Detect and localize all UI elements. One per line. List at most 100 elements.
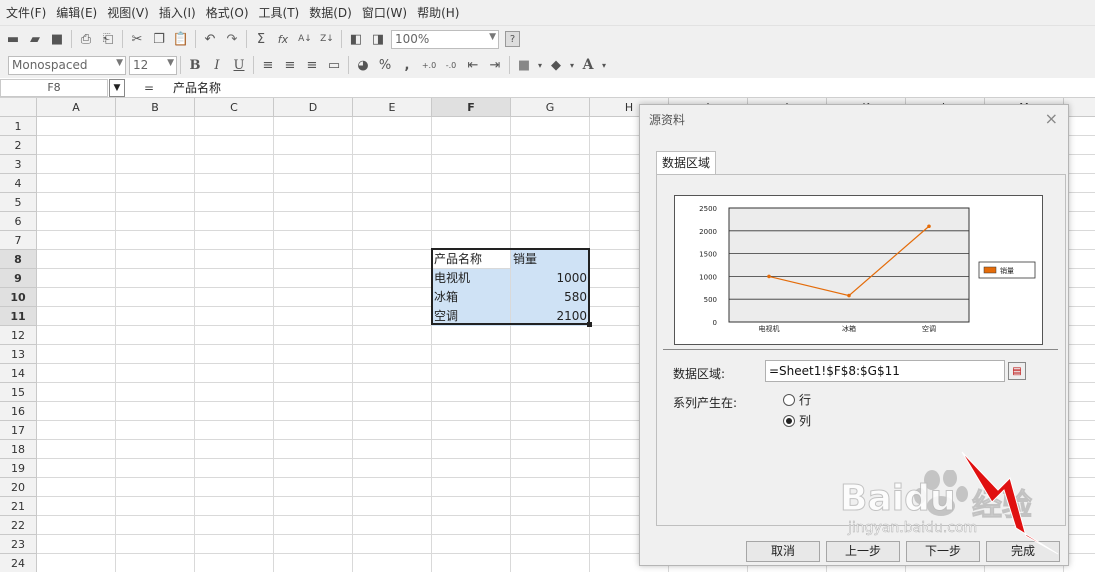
previous-button[interactable]: 上一步: [826, 541, 900, 562]
column-header[interactable]: A: [37, 98, 116, 117]
row-header[interactable]: 21: [0, 497, 37, 516]
select-all-corner[interactable]: [0, 98, 37, 117]
sort-descending-icon[interactable]: Z↓: [317, 29, 337, 49]
column-header[interactable]: B: [116, 98, 195, 117]
row-header[interactable]: 8: [0, 250, 37, 269]
dialog-title: 源资料: [649, 113, 686, 127]
row-header[interactable]: 24: [0, 554, 37, 572]
row-header[interactable]: 16: [0, 402, 37, 421]
outdent-icon[interactable]: ⇤: [463, 55, 483, 75]
print-icon[interactable]: ⎙: [76, 29, 96, 49]
percent-button[interactable]: %: [375, 55, 395, 75]
fill-color-icon[interactable]: ◆: [546, 55, 566, 75]
range-picker-icon[interactable]: ▤: [1008, 362, 1026, 380]
row-header[interactable]: 20: [0, 478, 37, 497]
bold-button[interactable]: B: [185, 55, 205, 75]
name-box[interactable]: F8: [0, 78, 108, 97]
align-center-icon[interactable]: ≡: [280, 55, 300, 75]
chevron-down-icon[interactable]: ▾: [568, 55, 576, 75]
print-preview-icon[interactable]: ⎗: [98, 29, 118, 49]
open-folder-icon[interactable]: ▰: [25, 29, 45, 49]
next-button[interactable]: 下一步: [906, 541, 980, 562]
menu-item[interactable]: 编辑(E): [56, 4, 97, 21]
chevron-down-icon[interactable]: ▾: [600, 55, 608, 75]
close-icon[interactable]: ×: [1045, 109, 1058, 128]
tab-data-range[interactable]: 数据区域: [656, 151, 716, 175]
row-header[interactable]: 17: [0, 421, 37, 440]
align-right-icon[interactable]: ≡: [302, 55, 322, 75]
font-color-button[interactable]: A: [578, 55, 598, 75]
image-icon[interactable]: ◨: [368, 29, 388, 49]
chevron-down-icon[interactable]: ▼: [109, 78, 125, 97]
row-header[interactable]: 3: [0, 155, 37, 174]
chart-wizard-icon[interactable]: ◧: [346, 29, 366, 49]
row-header[interactable]: 13: [0, 345, 37, 364]
row-header[interactable]: 14: [0, 364, 37, 383]
help-icon[interactable]: ?: [505, 31, 520, 47]
sort-ascending-icon[interactable]: A↓: [295, 29, 315, 49]
undo-icon[interactable]: ↶: [200, 29, 220, 49]
row-header[interactable]: 10: [0, 288, 37, 307]
row-header[interactable]: 5: [0, 193, 37, 212]
row-header[interactable]: 7: [0, 231, 37, 250]
menu-item[interactable]: 插入(I): [159, 4, 196, 21]
save-icon[interactable]: ■: [47, 29, 67, 49]
indent-icon[interactable]: ⇥: [485, 55, 505, 75]
borders-icon[interactable]: ■: [514, 55, 534, 75]
row-header[interactable]: 9: [0, 269, 37, 288]
data-range-label: 数据区域:: [673, 367, 726, 381]
data-range-input[interactable]: [765, 360, 1005, 382]
menu-item[interactable]: 帮助(H): [417, 4, 459, 21]
zoom-select[interactable]: 100% ▼: [391, 29, 499, 49]
redo-icon[interactable]: ↷: [222, 29, 242, 49]
italic-button[interactable]: I: [207, 55, 227, 75]
row-header[interactable]: 2: [0, 136, 37, 155]
radio-series-column[interactable]: 列: [783, 412, 811, 429]
sum-icon[interactable]: Σ: [251, 29, 271, 49]
menu-item[interactable]: 工具(T): [259, 4, 300, 21]
function-icon[interactable]: fx: [273, 29, 293, 49]
increase-decimal-icon[interactable]: +.0: [419, 55, 439, 75]
row-header[interactable]: 11: [0, 307, 37, 326]
new-file-icon[interactable]: ▬: [3, 29, 23, 49]
row-header[interactable]: 23: [0, 535, 37, 554]
row-header[interactable]: 19: [0, 459, 37, 478]
row-header[interactable]: 22: [0, 516, 37, 535]
formula-bar: F8 ▼ = 产品名称: [0, 78, 1095, 98]
decrease-decimal-icon[interactable]: -.0: [441, 55, 461, 75]
row-header[interactable]: 6: [0, 212, 37, 231]
menu-item[interactable]: 视图(V): [107, 4, 149, 21]
currency-icon[interactable]: ◕: [353, 55, 373, 75]
finish-button[interactable]: 完成: [986, 541, 1060, 562]
font-name-select[interactable]: Monospaced ▼: [8, 55, 126, 75]
chevron-down-icon[interactable]: ▾: [536, 55, 544, 75]
row-header[interactable]: 18: [0, 440, 37, 459]
column-header[interactable]: G: [511, 98, 590, 117]
row-header[interactable]: 12: [0, 326, 37, 345]
column-header[interactable]: E: [353, 98, 432, 117]
menu-item[interactable]: 文件(F): [6, 4, 46, 21]
menu-item[interactable]: 窗口(W): [362, 4, 407, 21]
toolbar-separator: [71, 30, 72, 48]
paste-icon[interactable]: 📋: [171, 29, 191, 49]
menu-item[interactable]: 格式(O): [206, 4, 249, 21]
fill-handle[interactable]: [587, 322, 592, 327]
formula-content[interactable]: 产品名称: [173, 79, 221, 96]
row-header[interactable]: 4: [0, 174, 37, 193]
copy-icon[interactable]: ❐: [149, 29, 169, 49]
watermark-url: jingyan.baidu.com: [848, 520, 978, 537]
cancel-button[interactable]: 取消: [746, 541, 820, 562]
menu-item[interactable]: 数据(D): [309, 4, 352, 21]
row-header[interactable]: 1: [0, 117, 37, 136]
font-size-select[interactable]: 12 ▼: [129, 55, 177, 75]
column-header[interactable]: D: [274, 98, 353, 117]
cut-icon[interactable]: ✂: [127, 29, 147, 49]
comma-button[interactable]: ,: [397, 55, 417, 75]
merge-cells-icon[interactable]: ▭: [324, 55, 344, 75]
radio-series-row[interactable]: 行: [783, 391, 811, 408]
underline-button[interactable]: U: [229, 55, 249, 75]
column-header[interactable]: F: [432, 98, 511, 117]
row-header[interactable]: 15: [0, 383, 37, 402]
align-left-icon[interactable]: ≡: [258, 55, 278, 75]
column-header[interactable]: C: [195, 98, 274, 117]
